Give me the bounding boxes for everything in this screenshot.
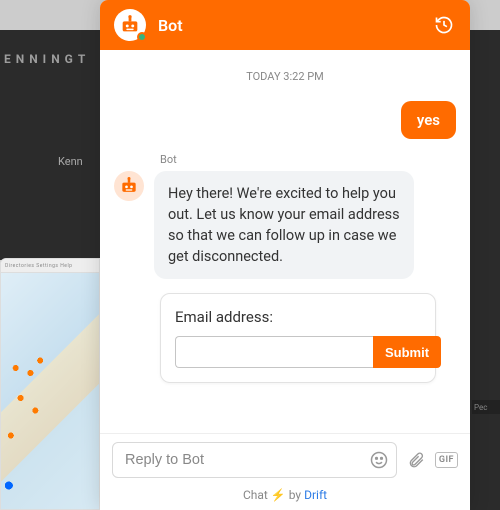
powered-by: Chat ⚡ by Drift — [100, 482, 470, 510]
email-capture-card: Email address: Submit — [160, 293, 436, 383]
message-row-user: yes — [114, 101, 456, 139]
background-toolbar: Directories Settings Help — [1, 259, 99, 273]
gif-icon: GIF — [435, 452, 458, 468]
chat-body: TODAY 3:22 PM yes Bot Hey there! We're e… — [100, 50, 470, 433]
gif-button[interactable]: GIF — [435, 452, 458, 468]
background-letters: ENNINGT — [0, 30, 100, 66]
email-input[interactable] — [175, 336, 373, 368]
bolt-icon: ⚡ — [271, 488, 286, 502]
reply-input[interactable] — [112, 442, 397, 478]
presence-indicator — [137, 32, 147, 42]
history-button[interactable] — [432, 13, 456, 37]
powered-by-label: by — [289, 488, 301, 502]
emoji-icon — [369, 450, 389, 470]
message-row-bot: Hey there! We're excited to help you out… — [114, 171, 456, 279]
background-dark-right — [470, 30, 500, 510]
background-map-panel: Directories Settings Help — [0, 258, 100, 510]
chat-title: Bot — [158, 16, 420, 35]
background-peek-label: Pec — [472, 400, 500, 414]
attach-button[interactable] — [407, 451, 425, 469]
reply-wrap — [112, 442, 397, 478]
bot-message: Hey there! We're excited to help you out… — [154, 171, 414, 279]
powered-chat: Chat — [243, 488, 268, 502]
background-dark-panel: ENNINGT — [0, 30, 100, 260]
history-icon — [434, 15, 454, 35]
email-row: Submit — [175, 336, 421, 368]
robot-icon — [119, 176, 139, 196]
conversation-timestamp: TODAY 3:22 PM — [114, 70, 456, 83]
email-submit-button[interactable]: Submit — [373, 336, 441, 368]
powered-brand-link[interactable]: Drift — [304, 488, 327, 502]
background-map — [1, 273, 99, 510]
chat-header: Bot — [100, 0, 470, 50]
emoji-button[interactable] — [369, 450, 389, 470]
paperclip-icon — [407, 451, 425, 469]
background-place-label: Kenn — [58, 155, 83, 168]
chat-widget: Bot TODAY 3:22 PM yes Bot — [100, 0, 470, 510]
composer: GIF — [100, 433, 470, 482]
email-label: Email address: — [175, 308, 421, 326]
sender-label: Bot — [160, 153, 456, 166]
bot-avatar-small — [114, 171, 144, 201]
user-message: yes — [401, 101, 456, 139]
bot-avatar — [114, 9, 146, 41]
